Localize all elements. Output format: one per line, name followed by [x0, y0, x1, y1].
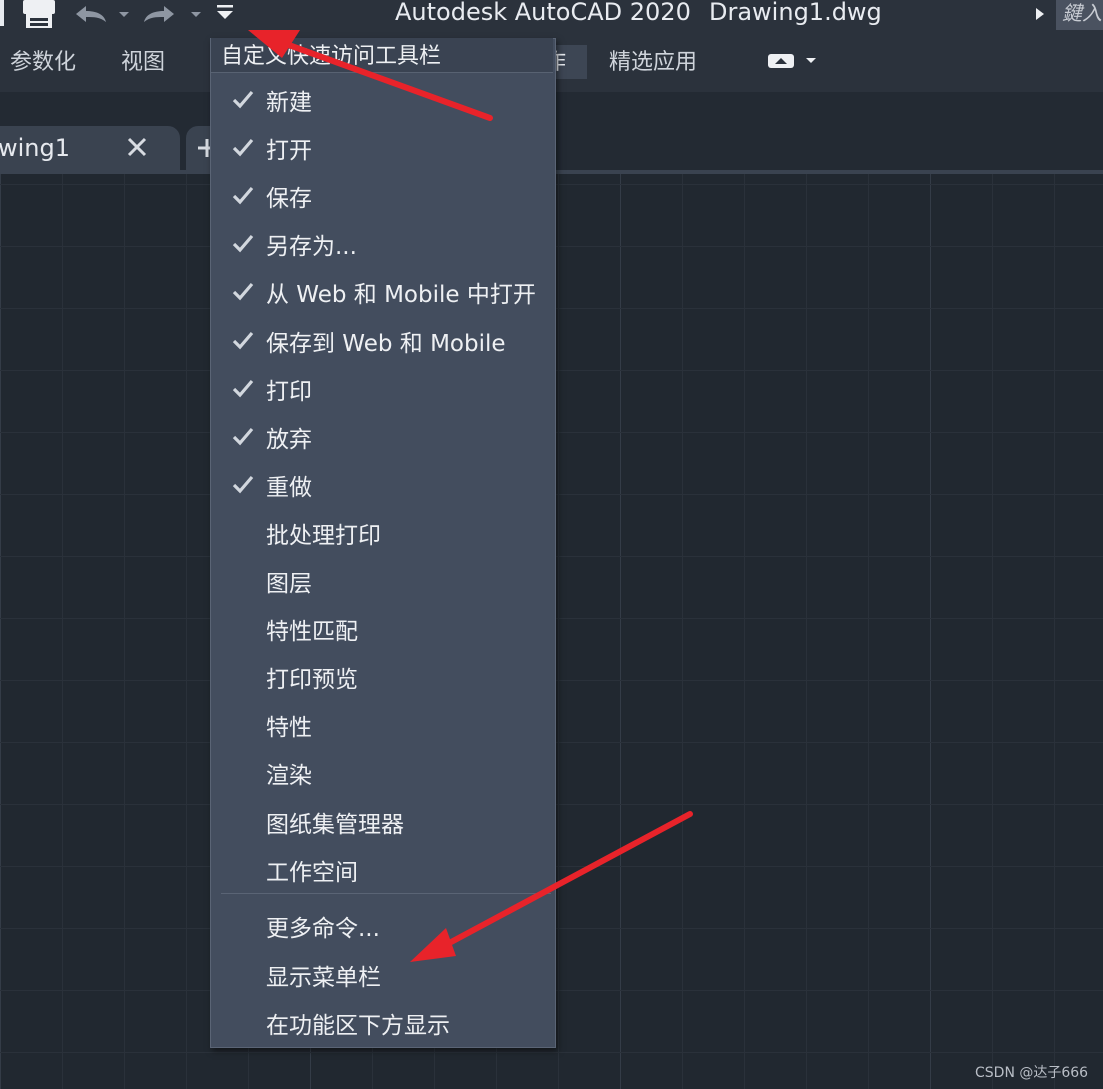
checkmark-icon [231, 424, 255, 448]
checkmark-icon [231, 183, 255, 207]
menu-item-label: 图层 [266, 571, 312, 597]
checkmark-icon [231, 328, 255, 352]
checkmark-icon [231, 231, 255, 255]
menu-item-label: 工作空间 [266, 859, 358, 886]
app-title: Autodesk AutoCAD 2020 [395, 0, 691, 26]
menu-item-label: 放弃 [266, 426, 312, 453]
ribbon-display-toggle-icon[interactable] [762, 50, 820, 72]
tab-view[interactable]: 视图 [121, 44, 165, 76]
print-icon[interactable] [20, 0, 58, 30]
checkmark-icon [231, 135, 255, 159]
menu-item[interactable]: 工作空间 [211, 845, 553, 893]
menu-item[interactable]: 保存 [211, 171, 553, 219]
watermark: CSDN @达子666 [975, 1065, 1089, 1081]
tab-featured-apps[interactable]: 精选应用 [609, 44, 697, 76]
menu-item-label: 在功能区下方显示 [266, 1013, 450, 1039]
menu-item-label: 特性匹配 [266, 619, 358, 646]
menu-item[interactable]: 显示菜单栏 [211, 950, 553, 998]
menu-item-label: 特性 [266, 715, 312, 742]
close-icon[interactable] [126, 136, 148, 158]
menu-item[interactable]: 从 Web 和 Mobile 中打开 [211, 267, 553, 315]
menu-item[interactable]: 特性匹配 [211, 604, 553, 652]
menu-separator [221, 893, 551, 894]
menu-item[interactable]: 渲染 [211, 748, 553, 796]
menu-item[interactable]: 图纸集管理器 [211, 797, 553, 845]
checkmark-icon [231, 472, 255, 496]
menu-item-label: 打印 [266, 378, 312, 405]
menu-item-label: 保存 [266, 186, 312, 213]
menu-item[interactable]: 保存到 Web 和 Mobile [211, 316, 553, 364]
document-title: Drawing1.dwg [709, 0, 882, 26]
menu-item-label: 显示菜单栏 [266, 964, 381, 991]
menu-item[interactable]: 在功能区下方显示 [211, 998, 553, 1046]
checkmark-icon [231, 376, 255, 400]
menu-item[interactable]: 新建 [211, 75, 553, 123]
menu-item-label: 新建 [266, 90, 312, 116]
menu-item[interactable]: 另存为... [211, 219, 553, 267]
menu-item[interactable]: 批处理打印 [211, 508, 553, 556]
menu-item-label: 重做 [266, 474, 312, 501]
menu-item-label: 打印预览 [266, 667, 358, 694]
redo-dropdown-icon[interactable] [188, 6, 204, 22]
undo-dropdown-icon[interactable] [116, 6, 132, 22]
file-tab-label[interactable]: wing1 [0, 134, 70, 162]
menu-item-label: 保存到 Web 和 Mobile [266, 330, 506, 357]
menu-item[interactable]: 重做 [211, 460, 553, 508]
menu-item-label: 从 Web 和 Mobile 中打开 [266, 282, 536, 309]
menu-item-label: 打开 [266, 138, 312, 165]
menu-item-label: 图纸集管理器 [266, 811, 404, 838]
tab-parametric[interactable]: 参数化 [10, 44, 76, 76]
menu-item-label: 渲染 [266, 763, 312, 790]
menu-item-label: 另存为... [266, 234, 357, 261]
undo-icon[interactable] [70, 2, 110, 28]
search-input[interactable]: 鍵入 [1056, 0, 1103, 32]
menu-item-label: 批处理打印 [266, 522, 381, 549]
customize-qat-dropdown-icon[interactable] [212, 1, 238, 27]
checkmark-icon [231, 279, 255, 303]
menu-item[interactable]: 图层 [211, 556, 553, 604]
menu-item[interactable]: 放弃 [211, 412, 553, 460]
redo-icon[interactable] [140, 2, 180, 28]
menu-item[interactable]: 特性 [211, 700, 553, 748]
menu-item[interactable]: 更多命令... [211, 901, 553, 949]
checkmark-icon [231, 87, 255, 111]
menu-title: 自定义快速访问工具栏 [221, 44, 442, 69]
menu-item[interactable]: 打开 [211, 123, 553, 171]
menu-item[interactable]: 打印 [211, 364, 553, 412]
qat-left-edge-icon [0, 0, 4, 26]
menu-item-label: 更多命令... [266, 916, 380, 942]
menu-item[interactable]: 打印预览 [211, 652, 553, 700]
expand-arrow-icon[interactable] [1033, 6, 1047, 22]
